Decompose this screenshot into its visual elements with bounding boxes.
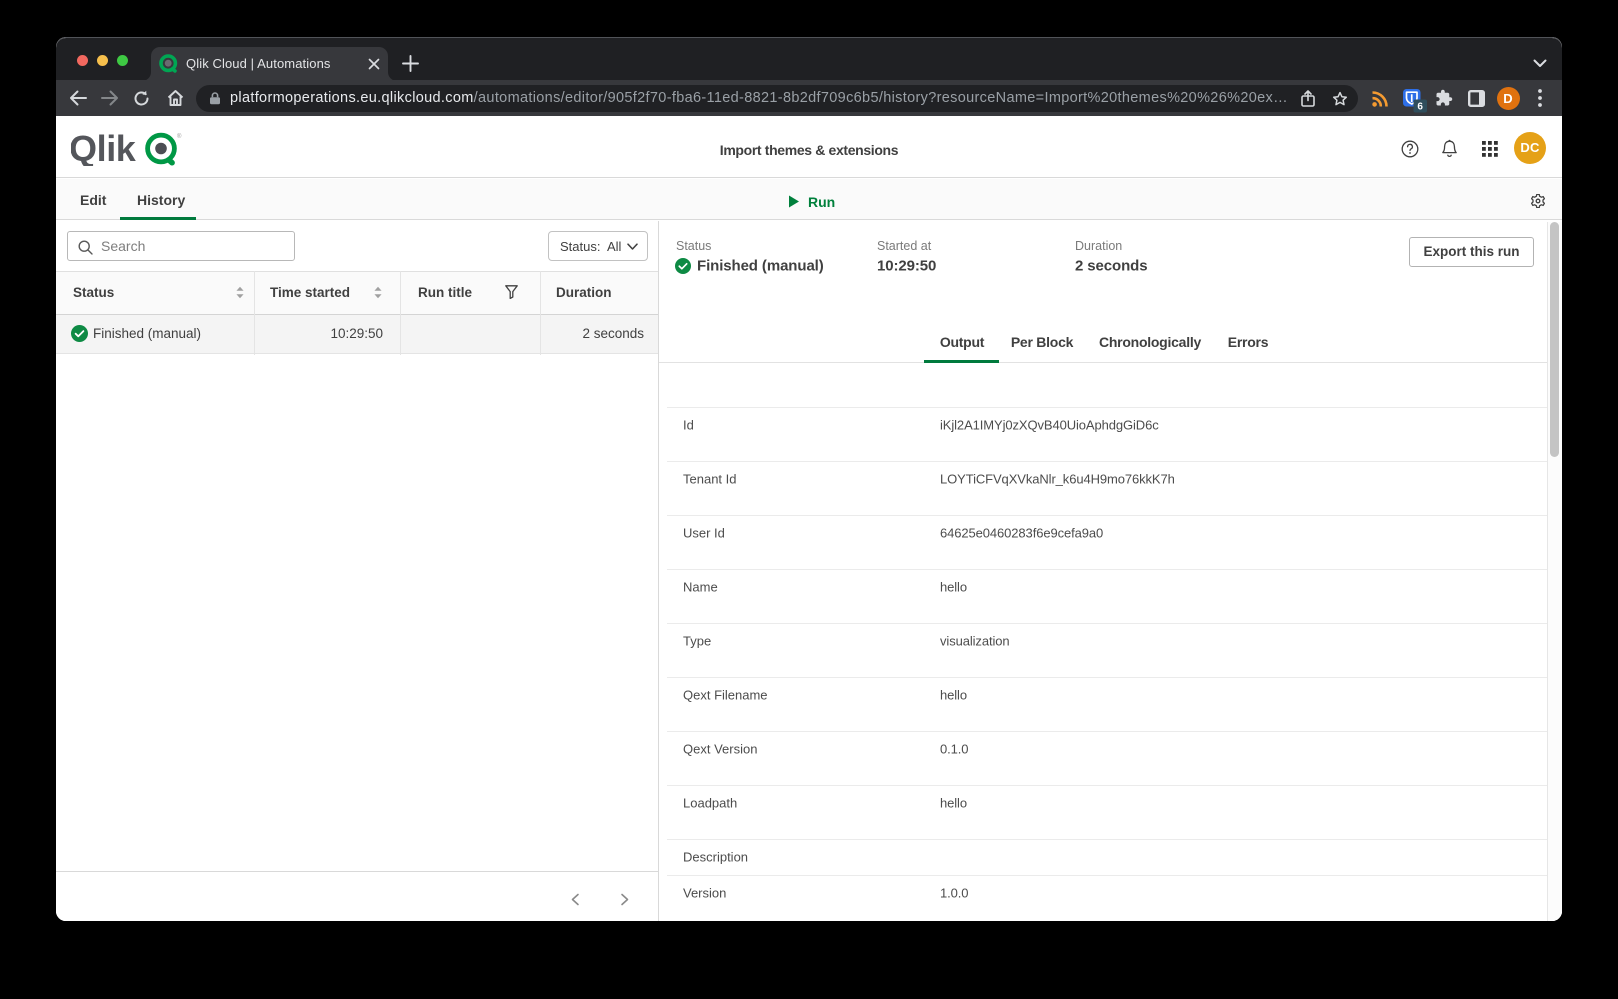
svg-text:6: 6 <box>1417 102 1423 113</box>
svg-text:®: ® <box>177 133 182 140</box>
